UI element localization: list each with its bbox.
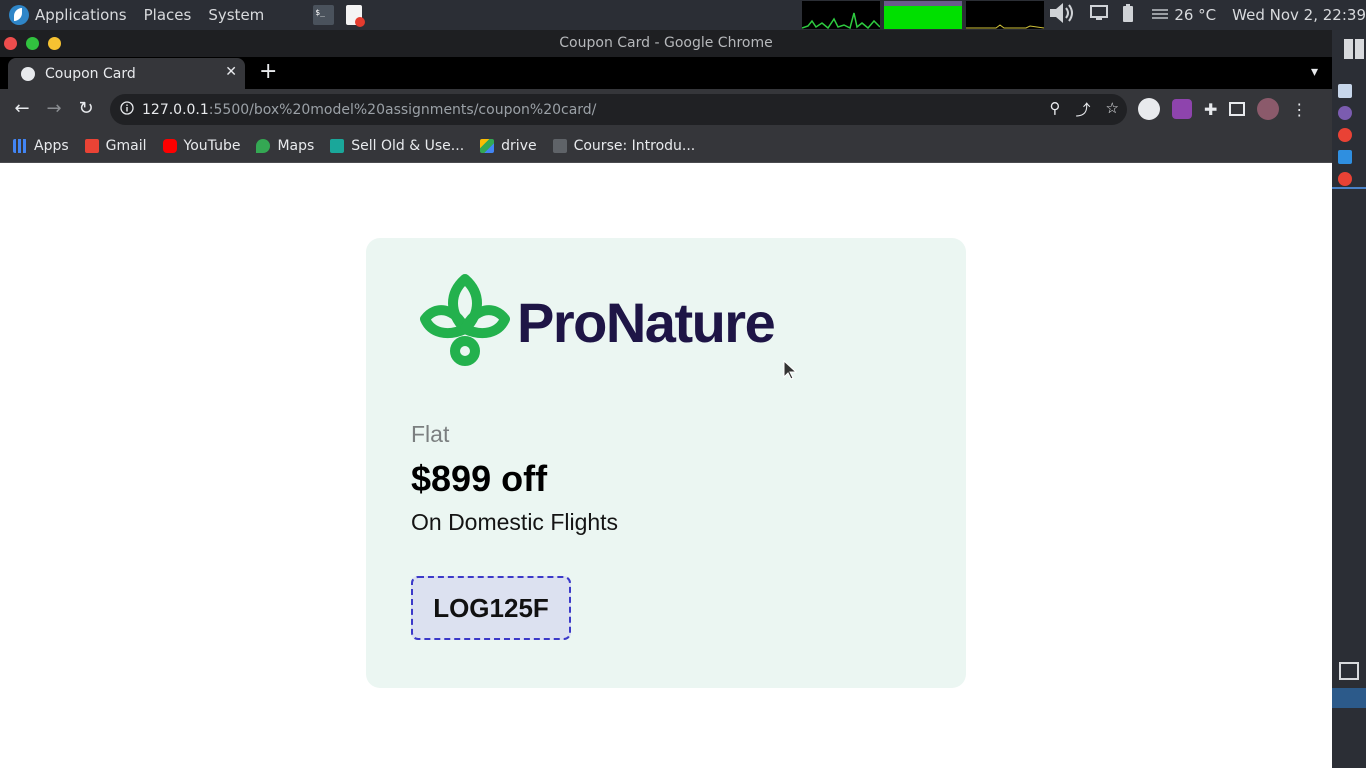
bookmark-label: Maps	[277, 138, 315, 154]
coupon-description: On Domestic Flights	[411, 509, 619, 535]
bookmark-label: drive	[501, 138, 537, 154]
forward-icon[interactable]: →	[42, 97, 66, 121]
bookmark-cashify[interactable]: Sell Old & Use...	[330, 138, 464, 154]
battery-icon[interactable]	[1122, 4, 1134, 26]
weather-icon	[1152, 6, 1169, 24]
dock-separator	[1332, 187, 1366, 189]
coupon-card: ProNature Flat $899 off On Domestic Flig…	[366, 238, 966, 688]
workspace-grid-icon[interactable]	[1344, 39, 1364, 59]
dock-chrome-bottom-icon[interactable]	[1332, 688, 1366, 708]
address-bar[interactable]: 127.0.0.1:5500/box%20model%20assignments…	[110, 94, 1127, 125]
temperature-readout: 26 °C	[1174, 6, 1217, 24]
apps-grid-icon	[13, 139, 27, 153]
coupon-flat-label: Flat	[411, 421, 450, 447]
site-info-icon[interactable]	[120, 100, 134, 119]
side-dock	[1332, 30, 1366, 768]
clock[interactable]: Wed Nov 2, 22:39	[1232, 6, 1366, 24]
close-tab-icon[interactable]: ✕	[225, 64, 237, 80]
system-tray: 26 °C Wed Nov 2, 22:39	[1048, 0, 1366, 30]
gmail-icon	[84, 139, 99, 153]
bookmark-label: Gmail	[105, 138, 147, 154]
back-icon[interactable]: ←	[10, 97, 34, 121]
bookmark-gmail[interactable]: Gmail	[84, 138, 147, 154]
color-picker-extension-icon[interactable]	[1172, 99, 1192, 119]
bookmark-label: YouTube	[183, 138, 241, 154]
window-title-bar: Coupon Card - Google Chrome	[0, 30, 1332, 57]
bookmark-label: Apps	[34, 138, 69, 154]
bookmarks-bar: Apps Gmail YouTube Maps Sell Old & Use..…	[0, 130, 1332, 163]
dock-chrome-icon[interactable]	[1338, 128, 1352, 142]
drive-icon	[480, 139, 495, 153]
display-icon[interactable]	[1090, 5, 1109, 25]
cpu-graph-icon	[802, 12, 880, 29]
bookmark-star-icon[interactable]: ☆	[1106, 99, 1119, 120]
leaf-logo-icon	[419, 273, 511, 371]
applications-menu[interactable]: Applications	[35, 6, 127, 24]
side-panel-icon[interactable]	[1229, 102, 1246, 116]
close-window-icon[interactable]	[4, 37, 17, 50]
profile-avatar[interactable]	[1257, 98, 1280, 120]
tab-search-chevron-icon[interactable]: ▾	[1311, 64, 1318, 80]
zoom-icon[interactable]: ⚲	[1050, 99, 1061, 120]
network-monitor-graph	[966, 1, 1044, 29]
tab-label: Coupon Card	[45, 65, 136, 82]
maps-icon	[256, 139, 271, 153]
terminal-launcher-icon[interactable]: $_	[313, 5, 335, 25]
course-icon	[552, 139, 567, 153]
text-editor-launcher-icon[interactable]	[346, 5, 366, 27]
page-viewport: ProNature Flat $899 off On Domestic Flig…	[0, 163, 1332, 768]
dock-github-icon[interactable]	[1338, 106, 1352, 120]
brand-name: ProNature	[517, 290, 776, 354]
new-tab-icon[interactable]: +	[259, 61, 277, 83]
bookmark-youtube[interactable]: YouTube	[162, 138, 241, 154]
grammarly-extension-icon[interactable]	[1138, 98, 1160, 120]
tab-coupon-card[interactable]: Coupon Card ✕	[8, 58, 245, 89]
extensions-puzzle-icon[interactable]: ✚	[1204, 100, 1217, 119]
extensions-area: ✚ ⋮	[1138, 98, 1307, 120]
chrome-menu-icon[interactable]: ⋮	[1291, 100, 1307, 119]
bookmark-course[interactable]: Course: Introdu...	[552, 138, 696, 154]
bookmark-maps[interactable]: Maps	[256, 138, 314, 154]
network-graph-icon	[966, 24, 1044, 29]
memory-monitor-graph	[884, 1, 962, 29]
url-path: :5500/box%20model%20assignments/coupon%2…	[208, 101, 597, 118]
volume-icon[interactable]	[1048, 1, 1076, 29]
globe-icon	[21, 66, 35, 81]
window-title: Coupon Card - Google Chrome	[559, 35, 773, 51]
system-panel: Applications Places System $_ 26 °C Wed …	[0, 0, 1366, 30]
reload-icon[interactable]: ↻	[74, 97, 98, 121]
coupon-code-box[interactable]: LOG125F	[411, 576, 571, 640]
places-menu[interactable]: Places	[144, 6, 192, 24]
url-host: 127.0.0.1	[142, 101, 209, 118]
browser-toolbar: ← → ↻ 127.0.0.1:5500/box%20model%20assig…	[0, 89, 1332, 130]
bookmark-label: Sell Old & Use...	[351, 138, 465, 154]
brand-logo: ProNature	[419, 273, 776, 371]
coupon-amount: $899 off	[411, 458, 548, 499]
omnibox-actions: ⚲ ⤴ ☆	[1050, 99, 1119, 120]
cpu-monitor-graph	[802, 1, 880, 29]
bookmark-apps[interactable]: Apps	[13, 138, 69, 154]
maximize-window-icon[interactable]	[26, 37, 39, 50]
distro-logo-icon[interactable]	[9, 5, 29, 25]
minimize-window-icon[interactable]	[48, 37, 61, 50]
system-menu[interactable]: System	[208, 6, 264, 24]
cashify-icon	[330, 139, 345, 153]
dock-files-icon[interactable]	[1338, 84, 1352, 98]
share-icon[interactable]: ⤴	[1076, 99, 1091, 120]
mouse-pointer-icon	[783, 359, 798, 384]
memory-graph-icon	[884, 1, 962, 6]
dock-vscode-icon[interactable]	[1338, 150, 1352, 164]
bookmark-label: Course: Introdu...	[573, 138, 696, 154]
youtube-icon	[162, 139, 177, 153]
dock-chrome-active-icon[interactable]	[1338, 172, 1352, 186]
bookmark-drive[interactable]: drive	[480, 138, 537, 154]
tab-strip: Coupon Card ✕ + ▾	[0, 57, 1332, 89]
dock-app-launcher-icon[interactable]	[1339, 662, 1359, 680]
